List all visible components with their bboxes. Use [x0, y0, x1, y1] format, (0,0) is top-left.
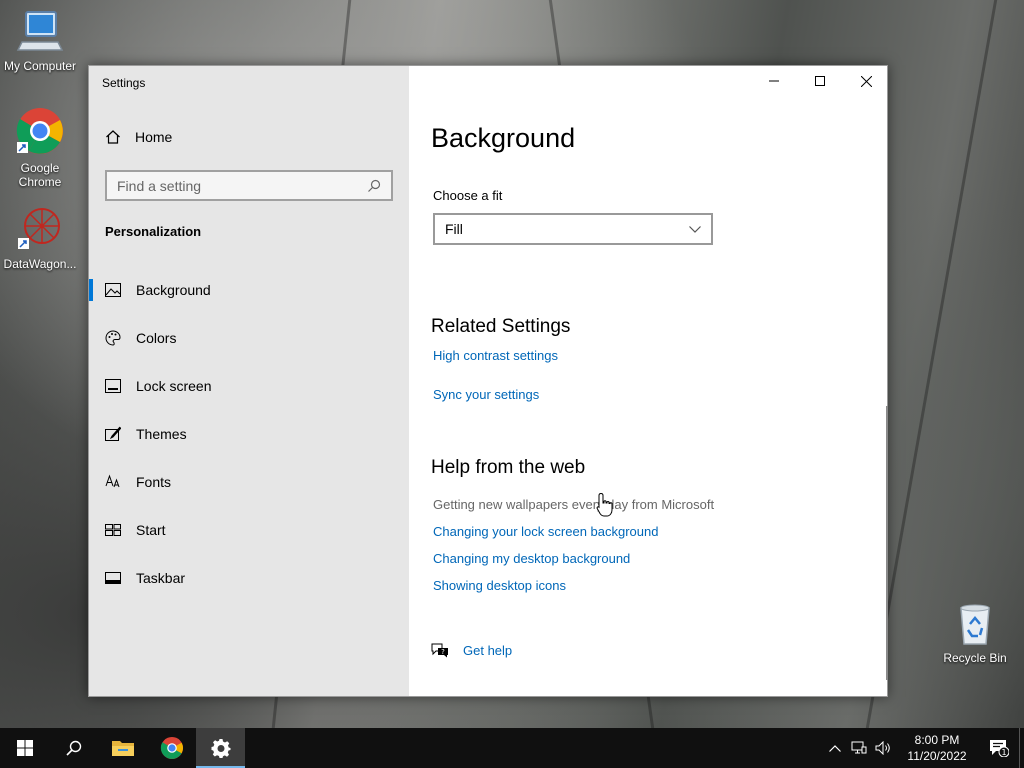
close-button[interactable] [843, 66, 889, 96]
desktop-icon-google-chrome[interactable]: Google Chrome [0, 106, 80, 189]
show-desktop-button[interactable] [1019, 728, 1024, 768]
sidebar-item-fonts[interactable]: Fonts [89, 458, 409, 506]
sidebar-nav: Background Colors Lock screen Themes Fon… [89, 266, 409, 602]
sidebar-home[interactable]: Home [105, 129, 172, 145]
clock-time: 8:00 PM [914, 733, 960, 747]
settings-window: Settings Home Find a setting Personaliza… [88, 65, 888, 697]
choose-fit-dropdown[interactable]: Fill [433, 213, 713, 245]
sidebar-item-taskbar[interactable]: Taskbar [89, 554, 409, 602]
system-tray: 8:00 PM 11/20/2022 1 [823, 728, 1024, 768]
sidebar-item-label: Colors [136, 330, 177, 346]
desktop-background-link[interactable]: Changing my desktop background [433, 551, 630, 566]
sidebar-item-colors[interactable]: Colors [89, 314, 409, 362]
chevron-up-icon [829, 744, 841, 752]
taskbar-search-button[interactable] [49, 728, 98, 768]
search-icon [368, 179, 381, 192]
chat-help-icon: ? [431, 643, 448, 658]
home-label: Home [135, 129, 173, 145]
notification-count: 1 [1001, 748, 1006, 757]
window-caption-buttons [751, 66, 889, 96]
taskbar-file-explorer[interactable] [98, 728, 147, 768]
taskbar-chrome[interactable] [147, 728, 196, 768]
sidebar-item-background[interactable]: Background [89, 266, 409, 314]
desktop-icon-label: Recycle Bin [943, 651, 1007, 665]
sidebar-item-label: Fonts [136, 474, 172, 490]
minimize-icon [769, 80, 779, 82]
datawagon-icon [18, 208, 60, 249]
sidebar-item-start[interactable]: Start [89, 506, 409, 554]
brush-icon [105, 426, 121, 442]
lock-screen-icon [105, 378, 121, 394]
start-button[interactable] [0, 728, 49, 768]
start-icon [105, 522, 121, 538]
chrome-icon [16, 108, 63, 154]
palette-icon [105, 330, 121, 346]
sidebar-item-themes[interactable]: Themes [89, 410, 409, 458]
taskbar-icon [105, 570, 121, 586]
network-button[interactable] [847, 741, 871, 755]
search-placeholder: Find a setting [117, 177, 202, 194]
desktop-icon-my-computer[interactable]: My Computer [0, 10, 80, 73]
recycle-bin-icon [960, 604, 990, 645]
help-from-web-heading: Help from the web [431, 457, 586, 478]
sidebar-item-label: Start [136, 522, 166, 538]
sync-settings-link[interactable]: Sync your settings [433, 387, 539, 402]
high-contrast-settings-link[interactable]: High contrast settings [433, 348, 558, 363]
desktop-icon-label: DataWagon... [3, 257, 77, 271]
sidebar-item-lock-screen[interactable]: Lock screen [89, 362, 409, 410]
clock[interactable]: 8:00 PM 11/20/2022 [901, 732, 973, 764]
picture-icon [105, 282, 121, 298]
maximize-button[interactable] [797, 66, 843, 96]
desktop-icon-recycle-bin[interactable]: Recycle Bin [935, 602, 1015, 665]
computer-icon [16, 11, 64, 51]
desktop-icon-label: Google Chrome [18, 161, 62, 189]
lock-screen-background-link[interactable]: Changing your lock screen background [433, 524, 658, 539]
related-settings-heading: Related Settings [431, 316, 571, 337]
sidebar-item-label: Taskbar [136, 570, 186, 586]
hand-cursor-icon [596, 492, 613, 517]
dropdown-value: Fill [445, 221, 463, 237]
speaker-icon [875, 741, 890, 755]
close-icon [860, 75, 872, 87]
chevron-down-icon [689, 225, 701, 233]
sidebar-item-label: Themes [136, 426, 187, 442]
clock-date: 11/20/2022 [907, 749, 967, 763]
maximize-icon [815, 76, 825, 86]
get-help-label: Get help [463, 642, 513, 658]
page-title: Background [431, 123, 576, 153]
help-description: Getting new wallpapers every day from Mi… [433, 497, 715, 512]
scrollbar-thumb[interactable] [886, 406, 888, 680]
gear-icon [211, 739, 230, 758]
settings-sidebar: Settings Home Find a setting Personaliza… [89, 66, 409, 696]
taskbar: 8:00 PM 11/20/2022 1 [0, 728, 1024, 768]
search-icon [65, 740, 81, 756]
settings-content: Background Choose a fit Fill Related Set… [409, 66, 889, 696]
desktop-icons-link[interactable]: Showing desktop icons [433, 578, 566, 593]
network-icon [851, 741, 867, 754]
font-icon [105, 474, 121, 490]
taskbar-settings[interactable] [196, 728, 245, 768]
volume-button[interactable] [871, 741, 895, 755]
svg-text:?: ? [441, 648, 445, 656]
home-icon [106, 130, 120, 144]
desktop-icon-label: My Computer [3, 59, 77, 73]
notification-icon: 1 [990, 740, 1009, 757]
action-center-button[interactable]: 1 [979, 739, 1019, 757]
chrome-icon [160, 736, 183, 760]
window-title: Settings [102, 76, 146, 90]
minimize-button[interactable] [751, 66, 797, 96]
sidebar-item-label: Lock screen [136, 378, 212, 394]
desktop-icon-datawagon[interactable]: DataWagon... [0, 206, 80, 271]
choose-fit-label: Choose a fit [433, 188, 503, 203]
folder-icon [111, 741, 134, 756]
show-hidden-icons-button[interactable] [823, 744, 847, 752]
get-help-link[interactable]: ? Get help [431, 642, 512, 658]
section-heading: Personalization [105, 224, 202, 239]
sidebar-item-label: Background [136, 282, 211, 298]
windows-logo-icon [16, 740, 33, 756]
find-setting-input[interactable]: Find a setting [105, 170, 393, 201]
